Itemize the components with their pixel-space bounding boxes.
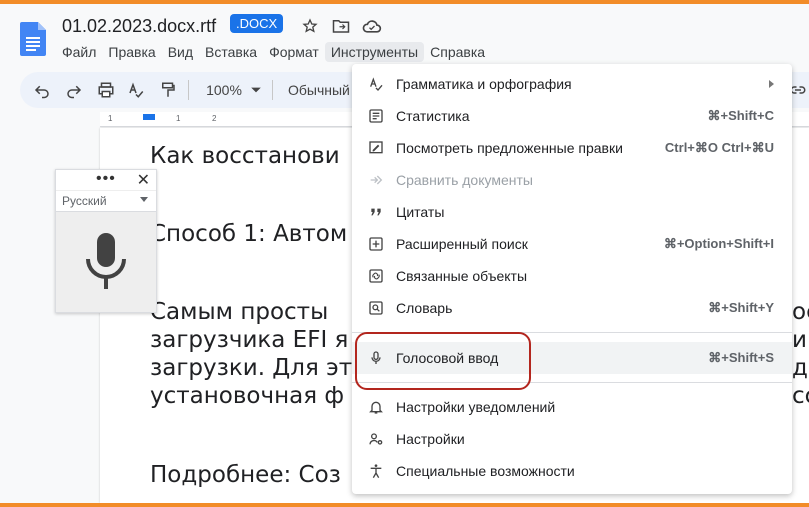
menu-item-spelling-grammar[interactable]: Грамматика и орфография [352,68,792,100]
menu-item-label: Цитаты [396,204,445,220]
explore-icon [366,234,386,254]
menu-item-review-edits[interactable]: Посмотреть предложенные правки Ctrl+⌘O C… [352,132,792,164]
menu-item-label: Грамматика и орфография [396,76,572,92]
menu-item-label: Статистика [396,108,470,124]
doc-paragraph-line: Самым просты [150,299,329,325]
header: 01.02.2023.docx.rtf .DOCX Файл Правка Ви… [0,4,809,64]
move-to-folder-icon[interactable] [331,16,351,36]
menu-insert[interactable]: Вставка [199,42,263,62]
doc-paragraph-line: установочная ф [150,383,345,409]
settings-icon [366,429,386,449]
paint-format-icon[interactable] [158,80,178,100]
review-edits-icon [366,138,386,158]
doc-heading: Как восстанови [150,143,340,169]
doc-text-fragment: сс [792,383,809,409]
shortcut: ⌘+Shift+Y [708,300,774,315]
chevron-down-icon[interactable] [140,197,148,202]
menu-divider [352,382,792,383]
menu-item-label: Специальные возможности [396,463,575,479]
redo-icon[interactable] [64,80,84,100]
shortcut: ⌘+Shift+S [708,350,774,365]
spellcheck-icon [366,74,386,94]
menu-item-label: Сравнить документы [396,172,533,188]
bell-icon [366,397,386,417]
toolbar-divider [188,80,189,100]
menu-item-explore[interactable]: Расширенный поиск ⌘+Option+Shift+I [352,228,792,260]
language-select[interactable]: Русский [62,194,107,208]
doc-paragraph-line: Подробнее: Соз [150,462,341,488]
tools-menu: Грамматика и орфография Статистика ⌘+Shi… [352,64,792,494]
menu-item-compare-documents[interactable]: Сравнить документы [352,164,792,196]
menu-tools[interactable]: Инструменты [324,42,425,62]
paragraph-style-select[interactable]: Обычный [288,80,358,100]
chevron-down-icon[interactable] [250,80,262,100]
menu-format[interactable]: Формат [263,42,325,62]
menu-item-accessibility[interactable]: Специальные возможности [352,455,792,487]
compare-icon [366,170,386,190]
file-type-badge: .DOCX [230,14,284,33]
indent-marker-icon[interactable] [143,114,155,120]
menu-item-notification-settings[interactable]: Настройки уведомлений [352,391,792,423]
menu-item-label: Словарь [396,300,453,316]
voice-typing-panel: ••• ✕ Русский [55,169,157,313]
document-title[interactable]: 01.02.2023.docx.rtf [62,16,216,37]
menu-item-word-count[interactable]: Статистика ⌘+Shift+C [352,100,792,132]
bottom-frame-border [0,503,809,507]
menu-edit[interactable]: Правка [102,42,161,62]
shortcut: Ctrl+⌘O Ctrl+⌘U [664,140,774,155]
menu-item-label: Расширенный поиск [396,236,528,252]
quote-icon [366,202,386,222]
mic-icon [86,233,126,289]
chevron-right-icon [769,80,774,88]
cloud-status-icon[interactable] [362,16,382,36]
voice-panel-header[interactable]: ••• ✕ [56,170,156,191]
print-icon[interactable] [96,80,116,100]
accessibility-icon [366,461,386,481]
word-count-icon [366,106,386,126]
menu-item-dictionary[interactable]: Словарь ⌘+Shift+Y [352,292,792,324]
menu-help[interactable]: Справка [424,42,491,62]
star-icon[interactable] [300,16,320,36]
doc-paragraph-line: загрузки. Для эт [150,355,353,381]
toolbar-divider [272,80,273,100]
undo-icon[interactable] [32,80,52,100]
spellcheck-icon[interactable] [126,80,146,100]
menu-item-label: Настройки уведомлений [396,399,556,415]
doc-text-fragment: ос [792,299,809,325]
menu-item-citations[interactable]: Цитаты [352,196,792,228]
mic-button[interactable] [56,212,156,312]
ruler-tick: 1 [108,114,113,123]
menu-item-voice-typing[interactable]: Голосовой ввод ⌘+Shift+S [352,342,792,374]
menu-view[interactable]: Вид [162,42,199,62]
doc-text-fragment: ди [792,355,809,381]
menu-item-label: Настройки [396,431,465,447]
ruler-tick: 1 [176,114,181,123]
shortcut: ⌘+Shift+C [707,108,774,123]
menu-file[interactable]: Файл [56,42,102,62]
shortcut: ⌘+Option+Shift+I [663,236,774,251]
menu-item-label: Голосовой ввод [396,350,499,366]
doc-subheading: Способ 1: Автом [150,221,348,247]
mic-icon [366,348,386,368]
linked-objects-icon [366,266,386,286]
doc-paragraph-line: загрузчика EFI я [150,327,349,353]
menu-item-linked-objects[interactable]: Связанные объекты [352,260,792,292]
ruler-tick: 2 [212,114,217,123]
close-icon[interactable]: ✕ [137,170,150,190]
zoom-select[interactable]: 100% [202,80,246,100]
more-options-icon[interactable]: ••• [96,170,116,188]
menu-item-label: Посмотреть предложенные правки [396,140,623,156]
doc-text-fragment: ин [792,327,809,353]
menu-divider [352,332,792,333]
menubar: Файл Правка Вид Вставка Формат Инструмен… [56,42,491,62]
menu-item-label: Связанные объекты [396,268,528,284]
docs-logo-icon[interactable] [20,22,46,56]
dictionary-icon [366,298,386,318]
menu-item-preferences[interactable]: Настройки [352,423,792,455]
